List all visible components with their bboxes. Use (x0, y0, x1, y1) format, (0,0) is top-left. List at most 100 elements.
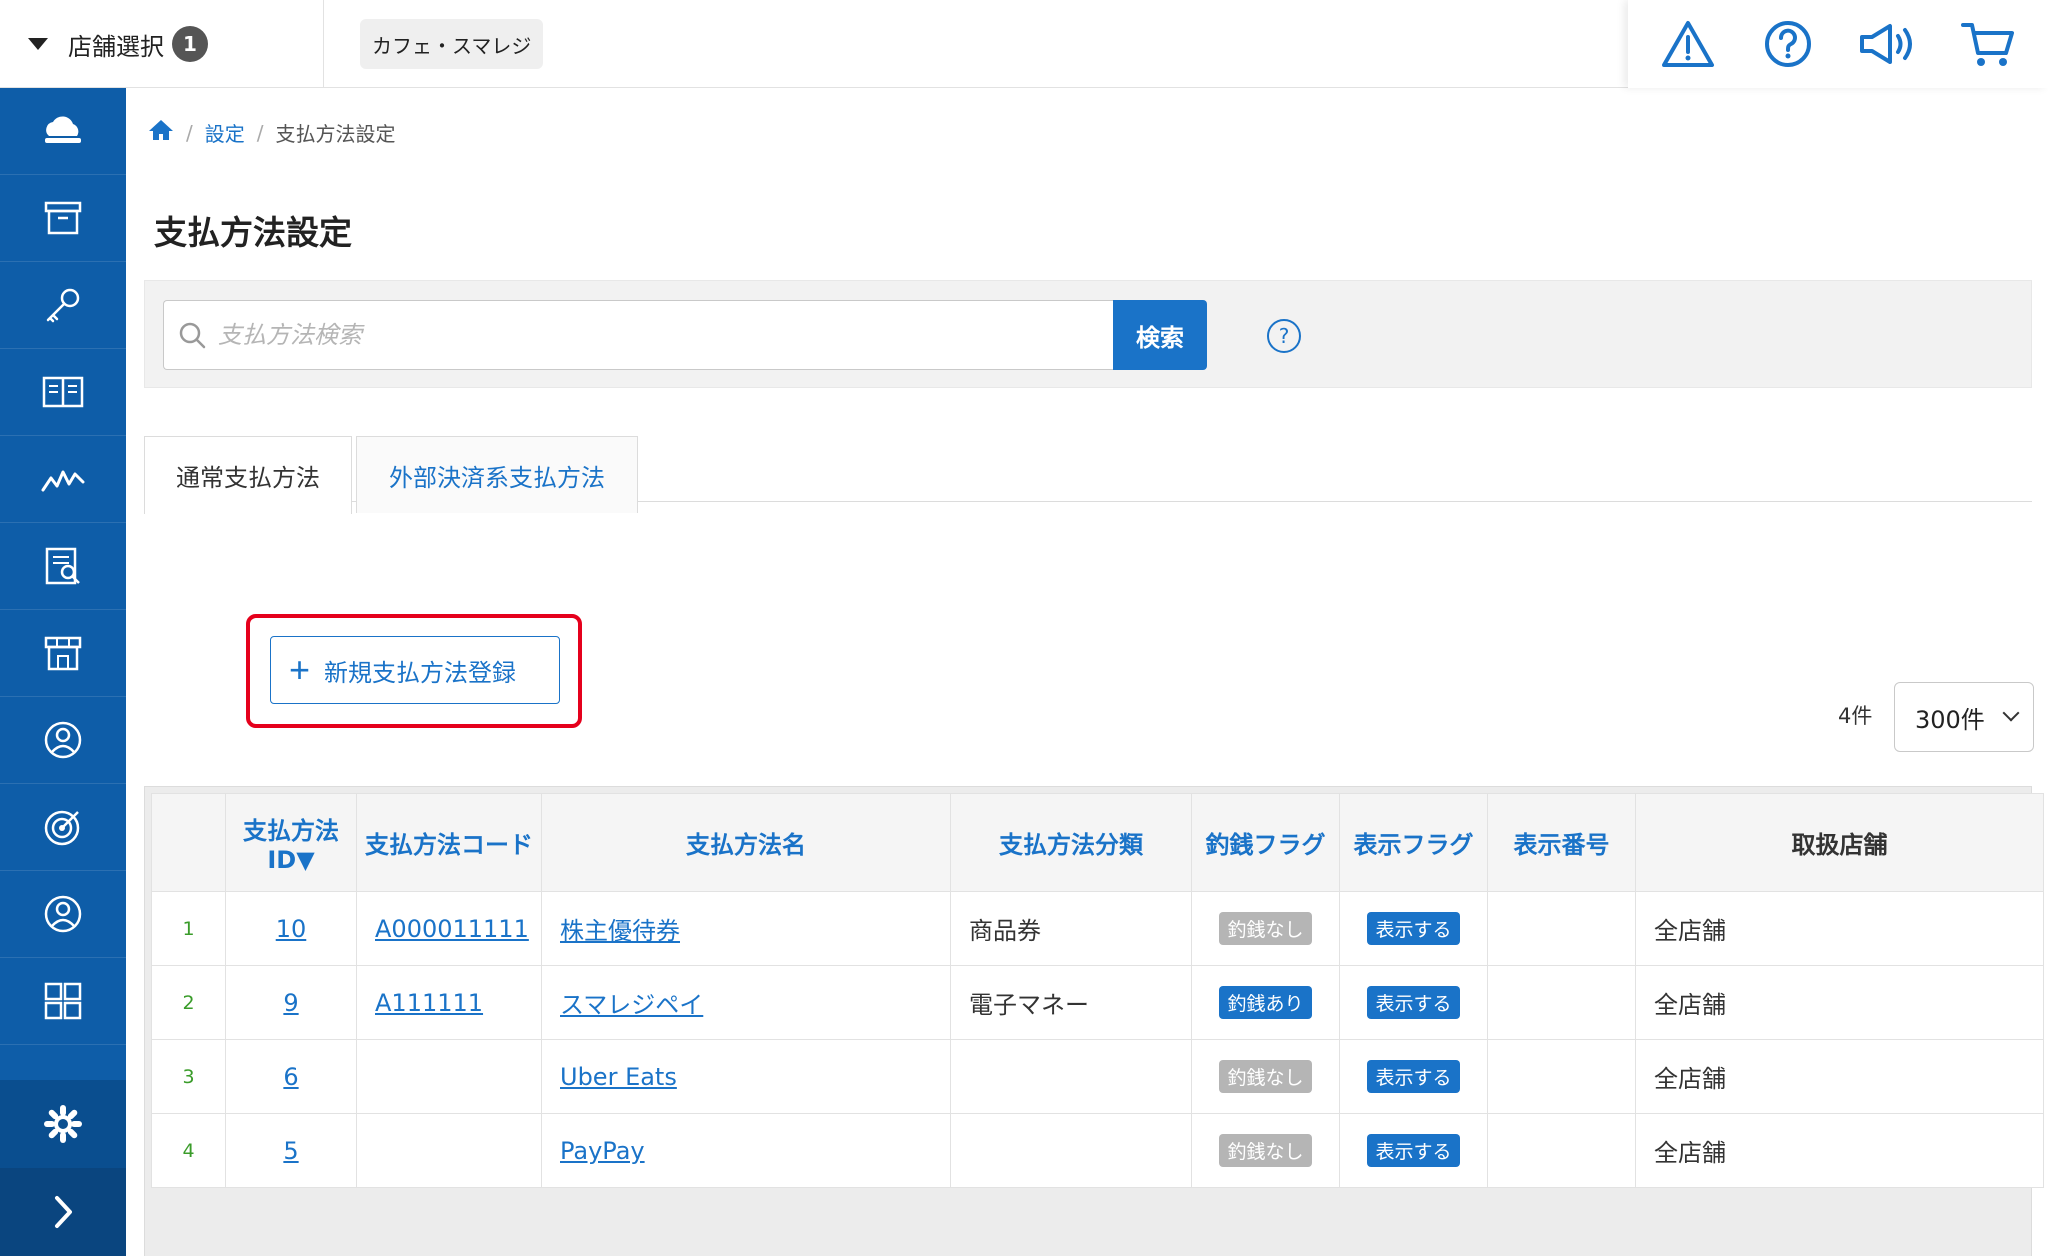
per-page-select[interactable]: 300件 (1894, 682, 2034, 752)
name-link[interactable]: Uber Eats (560, 1063, 677, 1091)
table-row: 2 9 A111111 スマレジペイ 電子マネー 釣銭あり 表示する 全店舗 (151, 965, 2044, 1040)
cell-stores: 全店舗 (1635, 1113, 2044, 1188)
table-row: 3 6 Uber Eats 釣銭なし 表示する 全店舗 (151, 1039, 2044, 1114)
add-payment-method-button[interactable]: + 新規支払方法登録 (270, 636, 560, 704)
top-bar: 店舗選択 1 カフェ・スマレジ (0, 0, 2048, 88)
display-flag-badge: 表示する (1367, 986, 1460, 1019)
cell-change-flag: 釣銭なし (1191, 1039, 1340, 1114)
cell-code (356, 1039, 542, 1114)
sidebar-item-apps[interactable] (0, 958, 126, 1045)
header-change-flag[interactable]: 釣銭フラグ (1191, 793, 1340, 892)
cart-icon[interactable] (1958, 14, 2018, 74)
tab-normal-payment[interactable]: 通常支払方法 (144, 436, 352, 514)
cell-category: 商品券 (950, 891, 1192, 966)
cell-category (950, 1039, 1192, 1114)
home-icon[interactable] (148, 118, 174, 147)
cell-category: 電子マネー (950, 965, 1192, 1040)
caret-down-icon (28, 38, 48, 50)
sidebar-item-archive[interactable] (0, 175, 126, 262)
cell-change-flag: 釣銭なし (1191, 891, 1340, 966)
user-icon (44, 895, 82, 933)
cell-name: Uber Eats (541, 1039, 951, 1114)
code-link[interactable]: A111111 (375, 989, 483, 1017)
cell-stores: 全店舗 (1635, 965, 2044, 1040)
row-number: 2 (151, 965, 226, 1040)
cell-stores: 全店舗 (1635, 891, 2044, 966)
change-flag-badge: 釣銭あり (1219, 986, 1312, 1019)
id-link[interactable]: 10 (276, 915, 307, 943)
sidebar-item-cloud[interactable] (0, 88, 126, 175)
shop-name-chip[interactable]: カフェ・スマレジ (360, 19, 544, 69)
cell-category (950, 1113, 1192, 1188)
sidebar-item-store[interactable] (0, 610, 126, 697)
help-icon[interactable] (1758, 14, 1818, 74)
payment-table-wrap: 支払方法 ID▼ 支払方法コード 支払方法名 支払方法分類 釣銭フラグ 表示フラグ… (144, 786, 2044, 1256)
row-number: 3 (151, 1039, 226, 1114)
customer-icon (44, 721, 82, 759)
id-link[interactable]: 5 (283, 1137, 298, 1165)
archive-icon (44, 201, 82, 235)
cell-name: PayPay (541, 1113, 951, 1188)
plus-icon: + (289, 649, 311, 690)
sidebar-item-book[interactable] (0, 349, 126, 436)
search-help-icon[interactable]: ? (1267, 319, 1301, 353)
gear-icon (44, 1105, 82, 1143)
book-icon (42, 376, 84, 408)
code-link[interactable]: A000011111 (375, 915, 529, 943)
id-link[interactable]: 6 (283, 1063, 298, 1091)
table-row: 1 10 A000011111 株主優待券 商品券 釣銭なし 表示する 全店舗 (151, 891, 2044, 966)
header-id[interactable]: 支払方法 ID▼ (225, 793, 357, 892)
result-count: 4件 (1838, 704, 1873, 728)
cloud-icon (45, 116, 81, 143)
name-link[interactable]: スマレジペイ (560, 991, 703, 1019)
sidebar (0, 88, 126, 1256)
sidebar-item-customer[interactable] (0, 697, 126, 784)
header-display-flag[interactable]: 表示フラグ (1339, 793, 1488, 892)
store-select[interactable]: 店舗選択 1 (0, 0, 324, 88)
sidebar-expand-button[interactable] (0, 1168, 126, 1256)
header-display-order[interactable]: 表示番号 (1487, 793, 1636, 892)
id-link[interactable]: 9 (283, 989, 298, 1017)
cell-change-flag: 釣銭なし (1191, 1113, 1340, 1188)
cell-display-order (1487, 965, 1636, 1040)
store-icon (44, 636, 82, 671)
search-button[interactable]: 検索 (1113, 300, 1207, 370)
announcement-icon[interactable] (1858, 14, 1918, 74)
breadcrumb-separator: / (186, 120, 193, 145)
cell-id: 9 (225, 965, 357, 1040)
cell-change-flag: 釣銭あり (1191, 965, 1340, 1040)
chart-icon (41, 470, 85, 492)
tab-external-payment[interactable]: 外部決済系支払方法 (356, 436, 638, 513)
header-id-line1: 支払方法 (243, 817, 339, 845)
sidebar-item-key[interactable] (0, 262, 126, 349)
row-number: 4 (151, 1113, 226, 1188)
cell-display-order (1487, 1039, 1636, 1114)
cell-display-flag: 表示する (1339, 1113, 1488, 1188)
row-number: 1 (151, 891, 226, 966)
cell-id: 5 (225, 1113, 357, 1188)
cell-display-flag: 表示する (1339, 891, 1488, 966)
target-icon (44, 810, 80, 846)
header-code[interactable]: 支払方法コード (356, 793, 542, 892)
header-name[interactable]: 支払方法名 (541, 793, 951, 892)
breadcrumb-settings-link[interactable]: 設定 (205, 118, 245, 147)
payment-tabs: 通常支払方法 外部決済系支払方法 (144, 436, 2032, 514)
name-link[interactable]: PayPay (560, 1137, 645, 1165)
sidebar-item-user[interactable] (0, 871, 126, 958)
cell-id: 10 (225, 891, 357, 966)
cell-display-order (1487, 1113, 1636, 1188)
search-input[interactable] (218, 321, 1098, 349)
breadcrumb-separator: / (256, 120, 264, 145)
sidebar-item-target[interactable] (0, 784, 126, 871)
sidebar-item-settings[interactable] (0, 1080, 126, 1168)
sidebar-item-report[interactable] (0, 523, 126, 610)
change-flag-badge: 釣銭なし (1219, 1060, 1312, 1093)
search-panel: 検索 ? (144, 280, 2032, 388)
table-row: 4 5 PayPay 釣銭なし 表示する 全店舗 (151, 1113, 2044, 1188)
apps-icon (44, 982, 82, 1020)
sidebar-item-chart[interactable] (0, 436, 126, 523)
warning-icon[interactable] (1658, 14, 1718, 74)
header-category[interactable]: 支払方法分類 (950, 793, 1192, 892)
name-link[interactable]: 株主優待券 (560, 917, 680, 945)
store-select-label: 店舗選択 (68, 32, 164, 61)
